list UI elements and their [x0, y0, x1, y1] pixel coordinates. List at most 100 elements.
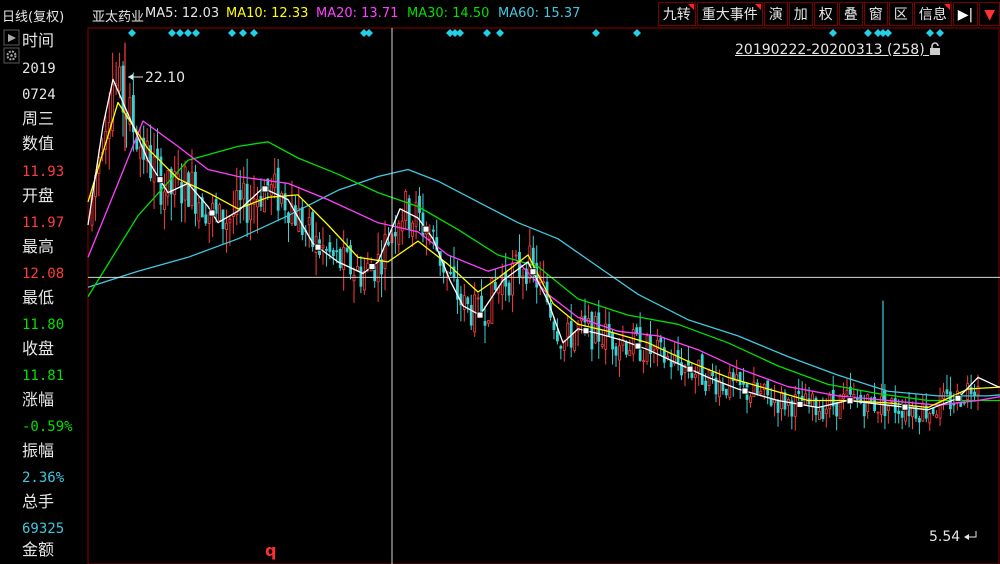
event-diamond-icon[interactable] [168, 29, 176, 37]
event-marker[interactable] [529, 268, 537, 276]
date-year: 2019 [22, 61, 56, 77]
event-marker[interactable] [582, 327, 590, 335]
lock-icon[interactable] [929, 42, 941, 55]
candle-body [624, 342, 628, 355]
event-diamond-icon[interactable] [250, 29, 258, 37]
event-marker[interactable] [796, 400, 804, 408]
event-marker[interactable] [741, 387, 749, 395]
candle-body [762, 383, 766, 391]
candle-body [531, 247, 535, 265]
candle-body [931, 408, 935, 414]
info-button[interactable]: 信息 [913, 2, 952, 26]
event-marker[interactable] [208, 209, 216, 217]
ma10-value: MA10: 12.33 [226, 6, 309, 21]
candle-body [821, 407, 825, 419]
candle-body [469, 304, 473, 326]
candle-body [556, 331, 559, 342]
arrow-icon[interactable] [3, 29, 20, 46]
candle-body [845, 389, 849, 397]
period-label[interactable]: 日线(复权) [2, 6, 64, 25]
event-diamond-icon[interactable] [592, 29, 600, 37]
event-diamond-icon[interactable] [884, 29, 892, 37]
window-button[interactable]: 窗 [863, 2, 888, 26]
candle-body [338, 248, 342, 269]
candle-body [945, 389, 949, 394]
candle-body [487, 320, 490, 324]
candle-body [666, 356, 670, 359]
event-marker[interactable] [156, 176, 164, 184]
event-diamond-icon[interactable] [192, 29, 200, 37]
range-button[interactable]: 区 [888, 2, 913, 26]
candle-body [618, 345, 621, 361]
candle-body [593, 316, 597, 344]
candle-body [397, 222, 401, 245]
jiuzhuan-button[interactable]: 九转 [657, 2, 696, 26]
event-diamond-icon[interactable] [228, 29, 236, 37]
low-arrow-icon [964, 534, 969, 540]
candle-body [352, 274, 356, 282]
date-range-label[interactable]: 20190222-20200313 (258) [735, 42, 941, 58]
candle-body [973, 391, 976, 397]
candle-body [387, 241, 390, 246]
low-value: 11.80 [22, 317, 65, 333]
time-marker: q [265, 541, 276, 560]
high-price-label: 22.10 [145, 70, 185, 86]
candle-body [466, 297, 470, 305]
change-label: 涨幅 [22, 390, 55, 409]
event-marker[interactable] [954, 394, 962, 402]
candle-body [693, 373, 697, 378]
event-diamond-icon[interactable] [456, 29, 464, 37]
candle-body [183, 166, 187, 201]
time-label: 时间 [22, 31, 55, 50]
quan-button[interactable]: 权 [813, 2, 838, 26]
overlay-button[interactable]: 叠 [838, 2, 863, 26]
kline-chart[interactable]: 22.10 5.54 q [0, 0, 1000, 564]
event-marker[interactable] [901, 403, 909, 411]
event-diamond-icon[interactable] [496, 29, 504, 37]
candle-body [966, 383, 970, 400]
candle-body [769, 398, 773, 406]
event-marker[interactable] [846, 397, 854, 405]
event-marker[interactable] [686, 365, 694, 373]
candle-body [269, 183, 273, 196]
event-marker[interactable] [634, 342, 642, 350]
event-diamond-icon[interactable] [936, 29, 944, 37]
yan-button[interactable]: 演 [763, 2, 788, 26]
candle-body [411, 222, 415, 237]
forward-button[interactable]: ▶| [952, 2, 979, 26]
candle-body [917, 417, 921, 423]
close-label: 收盘 [22, 339, 55, 358]
event-marker[interactable] [422, 225, 430, 233]
event-diamond-icon[interactable] [829, 29, 837, 37]
ma20-value: MA20: 13.71 [316, 6, 399, 21]
candle-body [242, 182, 246, 200]
event-marker[interactable] [368, 263, 376, 270]
event-marker[interactable] [476, 311, 484, 319]
event-diamond-icon[interactable] [864, 29, 872, 37]
candle-body [628, 350, 632, 356]
event-marker[interactable] [261, 185, 269, 193]
candle-body [218, 204, 221, 221]
event-diamond-icon[interactable] [239, 29, 247, 37]
jia-button[interactable]: 加 [788, 2, 813, 26]
event-diamond-icon[interactable] [633, 29, 641, 37]
event-diamond-icon[interactable] [128, 29, 136, 37]
event-diamond-icon[interactable] [176, 29, 184, 37]
high-value: 12.08 [22, 266, 65, 282]
candle-body [383, 233, 387, 269]
event-diamond-icon[interactable] [365, 29, 373, 37]
candle-body [328, 242, 332, 252]
gear-icon[interactable] [3, 47, 20, 64]
candle-body [404, 191, 408, 222]
candle-body [700, 354, 704, 385]
candle-body [704, 380, 708, 391]
event-diamond-icon[interactable] [483, 29, 491, 37]
candle-body [611, 332, 614, 350]
major-events-button[interactable]: 重大事件 [696, 2, 763, 26]
event-diamond-icon[interactable] [184, 29, 192, 37]
candle-body [214, 199, 218, 214]
candle-body [862, 403, 866, 417]
event-marker[interactable] [314, 243, 322, 251]
dropdown-button[interactable]: ▼ [979, 2, 1000, 26]
event-diamond-icon[interactable] [926, 29, 934, 37]
